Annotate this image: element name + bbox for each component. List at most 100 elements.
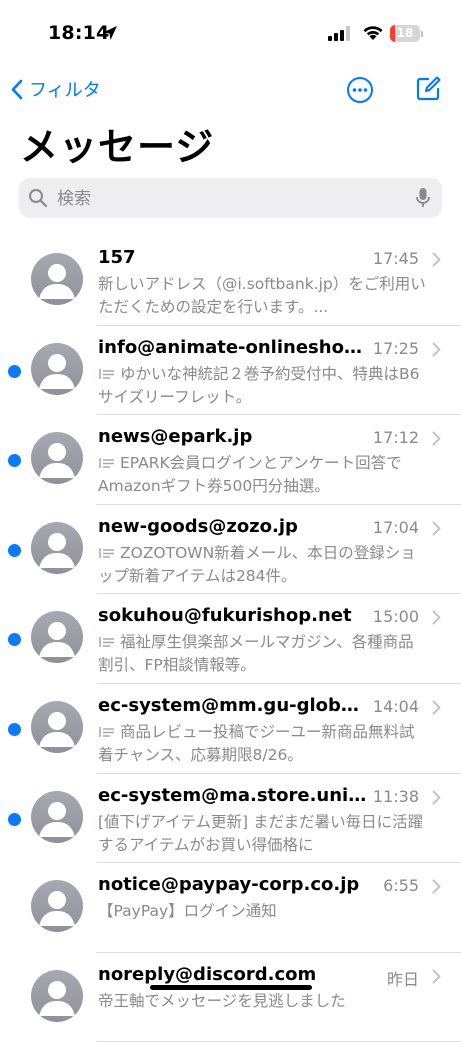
avatar [31, 880, 83, 933]
person-icon [39, 622, 75, 658]
sender-name: ec-system@ma.store.uniql... [98, 784, 370, 806]
conversation-row[interactable]: ec-system@ma.store.uniql... 11:38 [値下げアイ… [0, 774, 461, 864]
chevron-right-icon [432, 969, 441, 984]
message-preview: ZOZOTOWN新着メール、本日の登録ショップ新着アイテムは284件。 [98, 542, 428, 588]
avatar [31, 700, 83, 753]
reply-arrow-icon [99, 547, 114, 558]
reply-arrow-icon [99, 637, 114, 648]
message-preview: 福祉厚生倶楽部メールマガジン、各種商品割引、FP相談情報等。 [98, 631, 428, 677]
battery-icon: 18 [390, 25, 420, 42]
preview-text: 【PayPay】ログイン通知 [98, 902, 277, 921]
back-label: フィルタ [29, 80, 101, 101]
sender-name: noreply@discord.com [98, 963, 317, 985]
sender-name: 157 [98, 247, 136, 268]
preview-text: 商品レビュー投稿でジーユー新商品無料試着チャンス、応募期限8/26。 [98, 722, 415, 764]
conversation-row[interactable]: sokuhou@fukurishop.net 15:00 福祉厚生倶楽部メールマ… [0, 594, 461, 684]
cellular-signal-icon [328, 26, 350, 41]
message-time: 17:12 [372, 428, 419, 448]
avatar [31, 342, 83, 395]
conversation-row[interactable]: notice@paypay-corp.co.jp 6:55 【PayPay】ログ… [0, 863, 461, 953]
chevron-left-icon [11, 79, 23, 99]
reply-arrow-icon [99, 726, 114, 737]
reply-arrow-icon [99, 458, 114, 469]
avatar [31, 790, 83, 843]
unread-dot [8, 364, 21, 378]
avatar [31, 432, 83, 485]
chevron-right-icon [432, 431, 441, 446]
conversation-row[interactable]: news@epark.jp 17:12 EPARK会員ログインとアンケート回答で… [0, 415, 461, 505]
person-icon [39, 711, 75, 747]
message-time: 昨日 [386, 969, 419, 989]
microphone-icon[interactable] [416, 187, 430, 209]
preview-text: ゆかいな神統記２巻予約受付中、特典はB6サイズリーフレット。 [98, 364, 420, 406]
preview-text: 福祉厚生倶楽部メールマガジン、各種商品割引、FP相談情報等。 [98, 633, 414, 675]
unread-dot [8, 812, 21, 826]
person-icon [39, 891, 75, 927]
preview-text: 帝王軸でメッセージを見逃しました [98, 991, 346, 1010]
person-icon [39, 353, 75, 389]
page-title: メッセージ [20, 125, 215, 169]
sender-name: ec-system@mm.gu-global.... [98, 694, 370, 716]
sender-name: notice@paypay-corp.co.jp [98, 874, 360, 896]
avatar [31, 521, 83, 574]
conversation-row[interactable]: new-goods@zozo.jp 17:04 ZOZOTOWN新着メール、本日… [0, 505, 461, 595]
compose-icon[interactable] [414, 75, 442, 103]
chevron-right-icon [432, 790, 441, 805]
sender-name: news@epark.jp [98, 426, 253, 448]
message-time: 15:00 [372, 607, 419, 627]
conversation-row[interactable]: 157 17:45 新しいアドレス（@i.softbank.jp）をご利用いただ… [0, 236, 461, 326]
message-time: 17:45 [372, 249, 419, 268]
preview-text: 新しいアドレス（@i.softbank.jp）をご利用いただくための設定を行いま… [98, 275, 426, 316]
unread-dot [8, 722, 21, 736]
search-bar[interactable] [19, 178, 442, 220]
message-preview: EPARK会員ログインとアンケート回答でAmazonギフト券500円分抽選。 [98, 452, 428, 498]
person-icon [39, 532, 75, 568]
message-time: 17:04 [372, 517, 419, 537]
person-icon [39, 264, 75, 299]
message-time: 17:25 [372, 338, 419, 358]
preview-text: ZOZOTOWN新着メール、本日の登録ショップ新着アイテムは284件。 [98, 543, 416, 585]
chevron-right-icon [432, 252, 441, 267]
message-preview: 【PayPay】ログイン通知 [98, 900, 428, 923]
chevron-right-icon [432, 610, 441, 625]
unread-dot [8, 633, 21, 647]
chevron-right-icon [432, 521, 441, 536]
ellipsis-circle-icon[interactable] [346, 76, 374, 104]
preview-text: [値下げアイテム更新] まだまだ暑い毎日に活躍するアイテムがお買い得価格に [98, 812, 424, 854]
message-preview: 新しいアドレス（@i.softbank.jp）をご利用いただくための設定を行いま… [98, 273, 428, 319]
wifi-icon [363, 26, 383, 40]
person-icon [39, 443, 75, 479]
back-button[interactable]: フィルタ [10, 76, 101, 102]
conversation-list: 157 17:45 新しいアドレス（@i.softbank.jp）をご利用いただ… [0, 236, 461, 1042]
avatar [31, 969, 83, 1022]
avatar [31, 253, 83, 305]
message-time: 6:55 [383, 876, 419, 896]
reply-arrow-icon [99, 368, 114, 379]
home-indicator[interactable] [150, 985, 312, 990]
search-input[interactable] [55, 178, 399, 220]
avatar [31, 611, 83, 664]
chevron-right-icon [432, 700, 441, 715]
conversation-row[interactable]: ec-system@mm.gu-global.... 14:04 商品レビュー投… [0, 684, 461, 774]
message-preview: 帝王軸でメッセージを見逃しました [98, 990, 428, 1013]
message-preview: [値下げアイテム更新] まだまだ暑い毎日に活躍するアイテムがお買い得価格に [98, 811, 428, 857]
chevron-right-icon [432, 342, 441, 357]
conversation-row[interactable]: info@animate-onlineshop.jp 17:25 ゆかいな神統記… [0, 326, 461, 416]
message-preview: ゆかいな神統記２巻予約受付中、特典はB6サイズリーフレット。 [98, 363, 428, 409]
sender-name: new-goods@zozo.jp [98, 515, 298, 537]
person-icon [39, 980, 75, 1016]
battery-cap [421, 31, 423, 37]
message-time: 11:38 [372, 786, 419, 806]
conversation-row[interactable]: noreply@discord.com 昨日 帝王軸でメッセージを見逃しました [0, 953, 461, 1042]
battery-level: 18 [396, 26, 414, 40]
person-icon [39, 801, 75, 837]
message-time: 14:04 [372, 696, 419, 716]
status-bar: 18:14 18 [0, 0, 461, 60]
unread-dot [8, 454, 21, 468]
sender-name: info@animate-onlineshop.jp [98, 336, 370, 358]
preview-text: EPARK会員ログインとアンケート回答でAmazonギフト券500円分抽選。 [98, 454, 402, 496]
unread-dot [8, 543, 21, 557]
location-arrow-icon [103, 26, 117, 40]
message-preview: 商品レビュー投稿でジーユー新商品無料試着チャンス、応募期限8/26。 [98, 721, 428, 767]
sender-name: sokuhou@fukurishop.net [98, 605, 352, 627]
